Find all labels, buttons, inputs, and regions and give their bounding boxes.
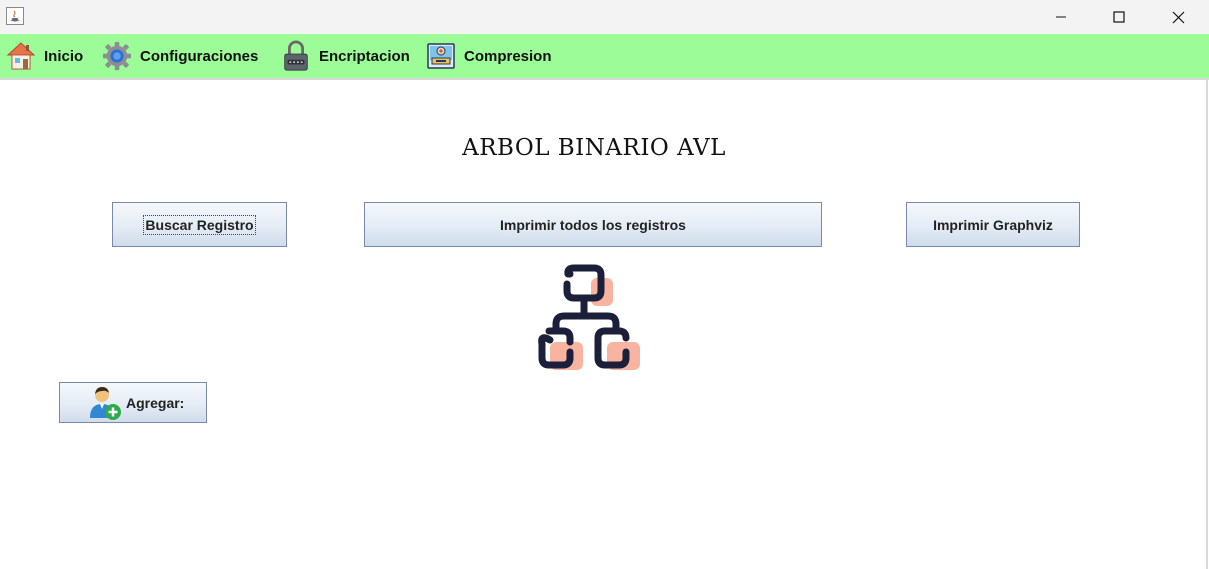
buscar-registro-button[interactable]: Buscar Registro xyxy=(112,202,287,247)
house-icon xyxy=(6,42,36,70)
menu-item-compresion[interactable]: Compresion xyxy=(426,34,552,78)
close-button[interactable] xyxy=(1155,0,1201,34)
menu-item-inicio[interactable]: Inicio xyxy=(6,34,83,78)
minimize-button[interactable] xyxy=(1038,0,1084,34)
menu-bar: Inicio Configuraciones Encriptacion Comp… xyxy=(0,34,1209,80)
menu-item-encriptacion[interactable]: Encriptacion xyxy=(281,34,410,78)
add-user-icon xyxy=(90,386,121,420)
hierarchy-tree-icon xyxy=(538,264,640,370)
agregar-button[interactable]: Agregar: xyxy=(59,382,207,423)
page-title: ARBOL BINARIO AVL xyxy=(462,135,726,161)
gear-icon xyxy=(102,41,132,71)
agregar-label: Agregar: xyxy=(126,394,185,411)
window-titlebar xyxy=(0,0,1209,34)
java-app-icon xyxy=(6,7,24,25)
imprimir-graphviz-label: Imprimir Graphviz xyxy=(933,216,1053,233)
buscar-registro-label: Buscar Registro xyxy=(143,214,256,235)
menu-label-configuraciones: Configuraciones xyxy=(140,47,259,65)
maximize-icon xyxy=(1113,11,1125,23)
main-panel: ARBOL BINARIO AVL Buscar Registro Imprim… xyxy=(0,80,1208,569)
close-icon xyxy=(1172,11,1184,23)
menu-label-compresion: Compresion xyxy=(464,47,552,65)
menu-item-configuraciones[interactable]: Configuraciones xyxy=(102,34,258,78)
maximize-button[interactable] xyxy=(1096,0,1142,34)
minimize-icon xyxy=(1056,16,1066,18)
archive-icon xyxy=(427,43,455,69)
padlock-icon xyxy=(284,40,308,71)
imprimir-todos-label: Imprimir todos los registros xyxy=(500,216,686,233)
imprimir-todos-button[interactable]: Imprimir todos los registros xyxy=(364,202,822,247)
menu-label-inicio: Inicio xyxy=(44,47,84,65)
imprimir-graphviz-button[interactable]: Imprimir Graphviz xyxy=(906,202,1080,247)
menu-label-encriptacion: Encriptacion xyxy=(319,47,410,65)
